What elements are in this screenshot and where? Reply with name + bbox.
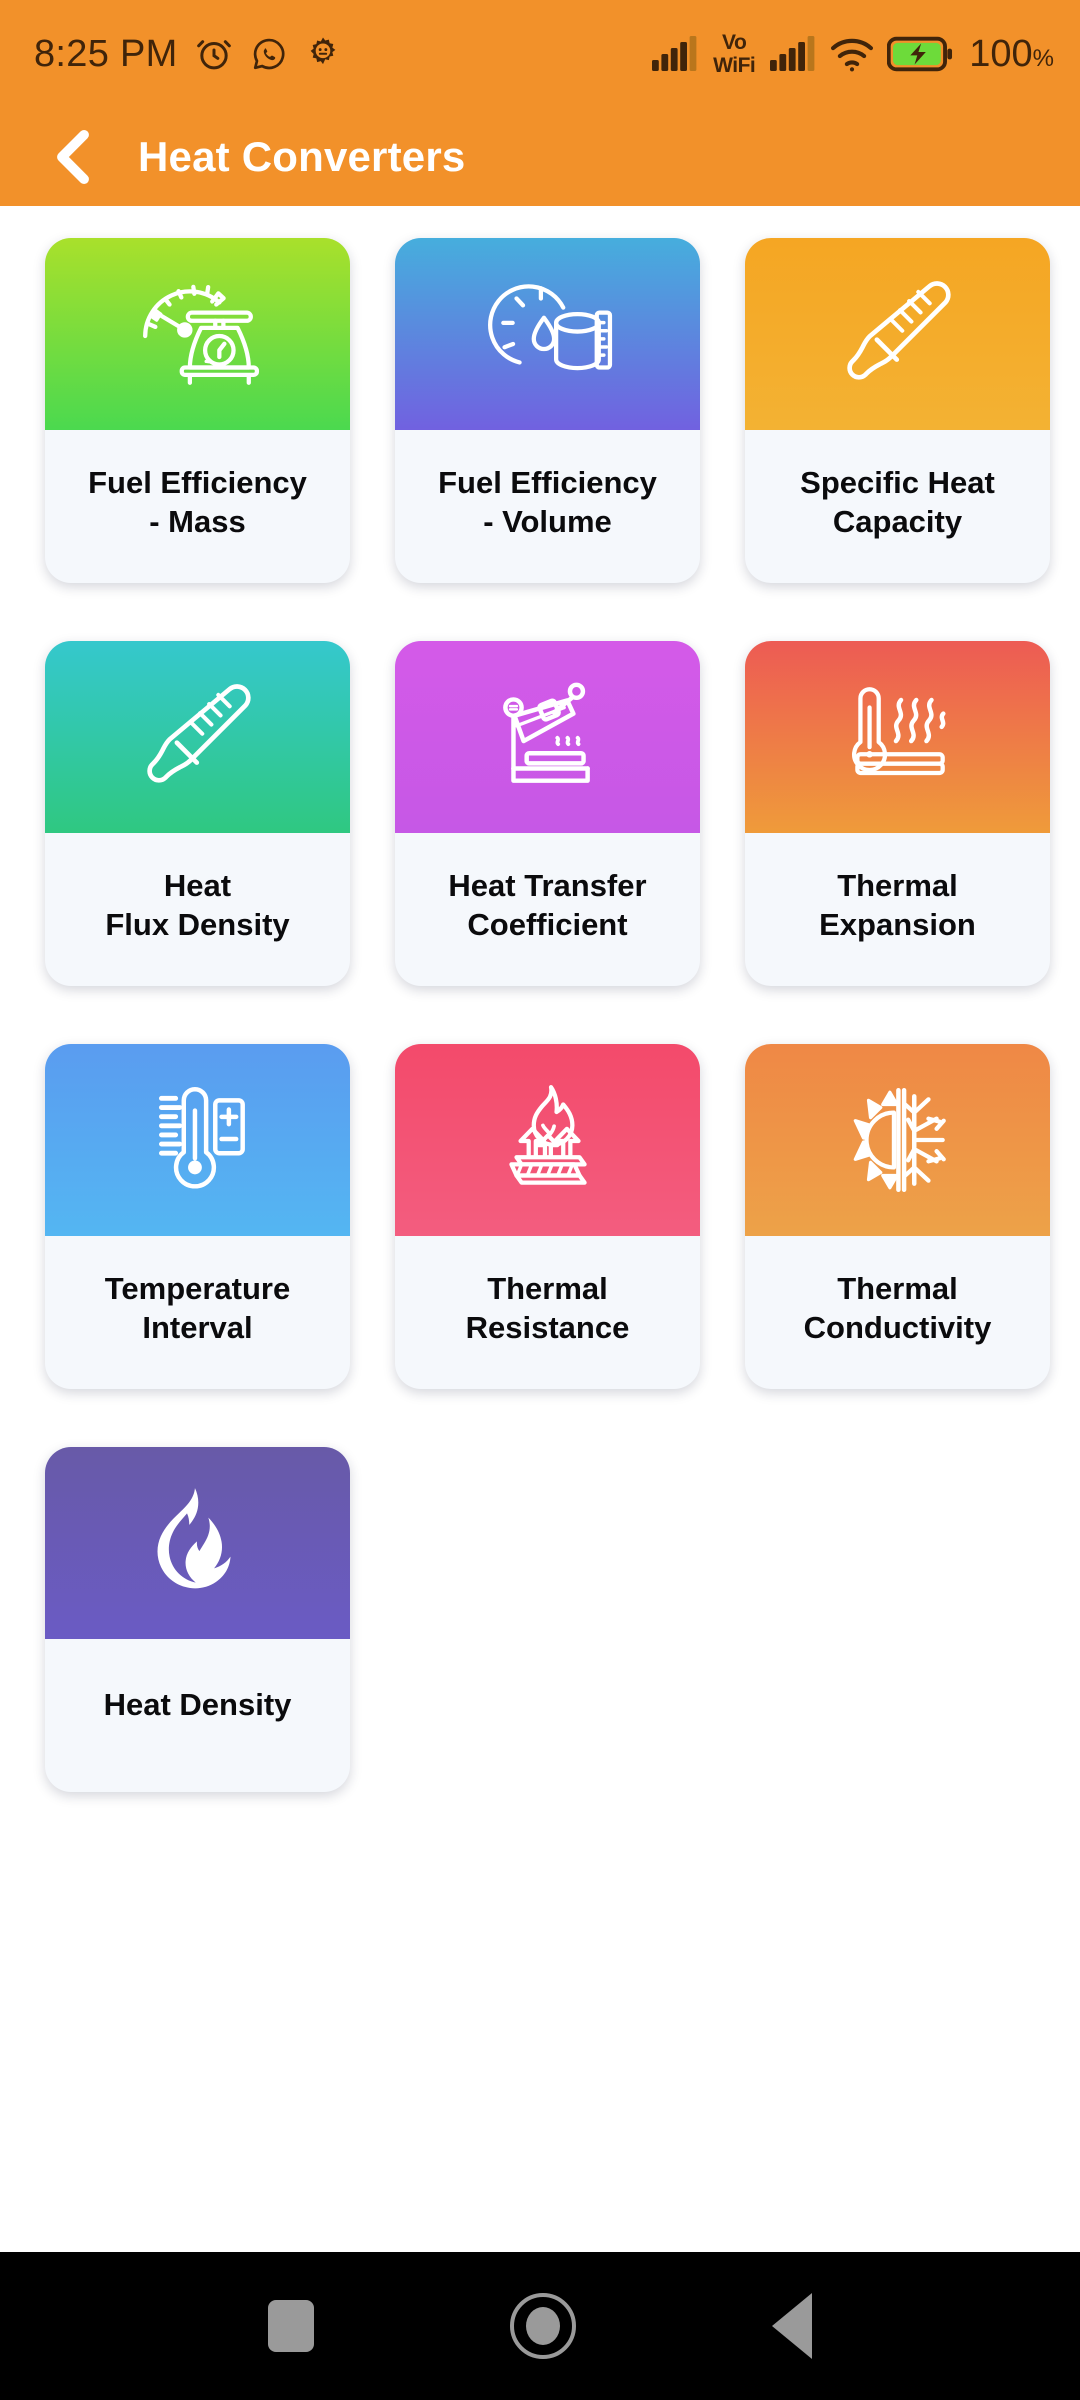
card-icon-area (745, 641, 1050, 833)
card-heat-flux-density[interactable]: Heat Flux Density (45, 641, 350, 986)
vowifi-line2: WiFi (713, 54, 756, 77)
card-label: Fuel Efficiency - Mass (88, 464, 307, 539)
whatsapp-icon (253, 38, 285, 70)
app-bar: Heat Converters (0, 108, 1080, 206)
signal-bars-sim1-icon (652, 36, 697, 71)
status-bar-left: 8:25 PM (34, 33, 342, 76)
thermometer-plusminus-icon (158, 1087, 245, 1189)
phone-screen: 8:25 PM Vo WiFi 100 % Heat Converters Fu… (0, 0, 1080, 2400)
alarm-icon (196, 40, 231, 70)
thermometer-tilted-icon (846, 281, 951, 380)
flame-barrier-arrows-icon (508, 1085, 587, 1185)
card-icon-area (45, 1447, 350, 1639)
card-heat-density[interactable]: Heat Density (45, 1447, 350, 1792)
recents-button[interactable] (268, 2300, 314, 2352)
thermometer-heatwaves-bar-icon (851, 687, 946, 776)
card-label: Heat Transfer Coefficient (448, 867, 647, 942)
card-fuel-efficiency-volume[interactable]: Fuel Efficiency - Volume (395, 238, 700, 583)
card-label: Heat Density (103, 1687, 292, 1723)
card-thermal-conductivity[interactable]: Thermal Conductivity (745, 1044, 1050, 1389)
card-thermal-expansion[interactable]: Thermal Expansion (745, 641, 1050, 986)
vowifi-indicator: Vo WiFi (713, 31, 756, 77)
card-thermal-resistance[interactable]: Thermal Resistance (395, 1044, 700, 1389)
card-specific-heat-capacity[interactable]: Specific Heat Capacity (745, 238, 1050, 583)
card-label: Thermal Expansion (819, 867, 976, 942)
flame-solid-icon (157, 1488, 230, 1589)
back-button[interactable] (772, 2293, 812, 2359)
card-label: Thermal Resistance (465, 1270, 630, 1345)
card-label: Temperature Interval (104, 1270, 291, 1345)
card-icon-area (395, 641, 700, 833)
vowifi-line1: Vo (722, 31, 747, 54)
wifi-icon (831, 38, 874, 72)
card-icon-area (395, 1044, 700, 1236)
card-icon-area (745, 238, 1050, 430)
card-label: Fuel Efficiency - Volume (438, 464, 657, 539)
card-label: Specific Heat Capacity (800, 464, 995, 539)
page-title: Heat Converters (138, 133, 466, 180)
status-bar: 8:25 PM Vo WiFi 100 % (0, 0, 1080, 108)
android-nav-bar (0, 2252, 1080, 2400)
battery-charging-icon (887, 36, 953, 72)
converter-grid: Fuel Efficiency - Mass Fuel Efficiency -… (0, 238, 1080, 1792)
card-icon-area (745, 1044, 1050, 1236)
back-chevron-icon[interactable] (46, 126, 100, 188)
signal-bars-sim2-icon (770, 36, 815, 71)
battery-percent: 100% (969, 33, 1054, 76)
card-heat-transfer-coefficient[interactable]: Heat Transfer Coefficient (395, 641, 700, 986)
status-clock: 8:25 PM (34, 32, 178, 75)
percent-symbol: % (1032, 44, 1054, 72)
sun-snowflake-icon (853, 1088, 946, 1192)
card-icon-area (45, 238, 350, 430)
content-area: Fuel Efficiency - Mass Fuel Efficiency -… (0, 206, 1080, 2252)
card-fuel-efficiency-mass[interactable]: Fuel Efficiency - Mass (45, 238, 350, 583)
card-label: Heat Flux Density (105, 867, 290, 942)
battery-percent-value: 100 (969, 32, 1033, 75)
heat-press-icon (502, 682, 590, 783)
card-temperature-interval[interactable]: Temperature Interval (45, 1044, 350, 1389)
card-icon-area (45, 641, 350, 833)
gauge-droplet-cylinder-ruler-icon (487, 284, 612, 371)
thermometer-tilted-icon (146, 684, 251, 783)
card-icon-area (45, 1044, 350, 1236)
gauge-scale-icon (142, 284, 259, 385)
home-icon-inner (526, 2307, 560, 2345)
card-icon-area (395, 238, 700, 430)
gear-icon (310, 37, 335, 65)
card-label: Thermal Conductivity (803, 1270, 992, 1345)
status-bar-right: Vo WiFi 100 % (651, 32, 1054, 76)
home-button[interactable] (510, 2293, 576, 2359)
